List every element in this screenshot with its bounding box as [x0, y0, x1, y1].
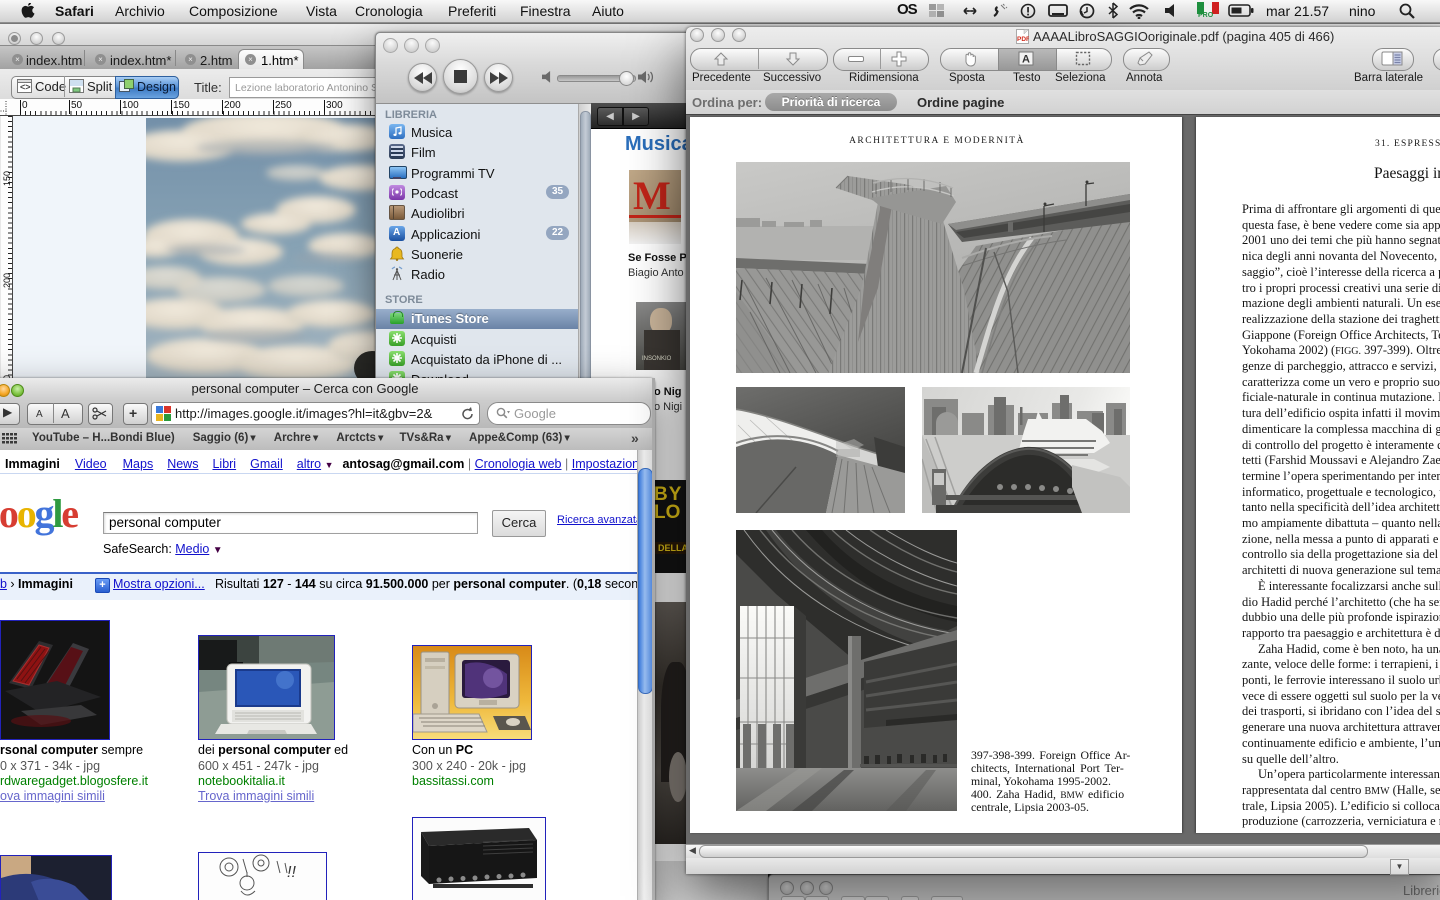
- svg-text:PDF: PDF: [1017, 36, 1029, 43]
- svg-text:A: A: [1022, 54, 1030, 66]
- svg-text:<>: <>: [20, 82, 31, 92]
- svg-text:!!: !!: [287, 864, 296, 881]
